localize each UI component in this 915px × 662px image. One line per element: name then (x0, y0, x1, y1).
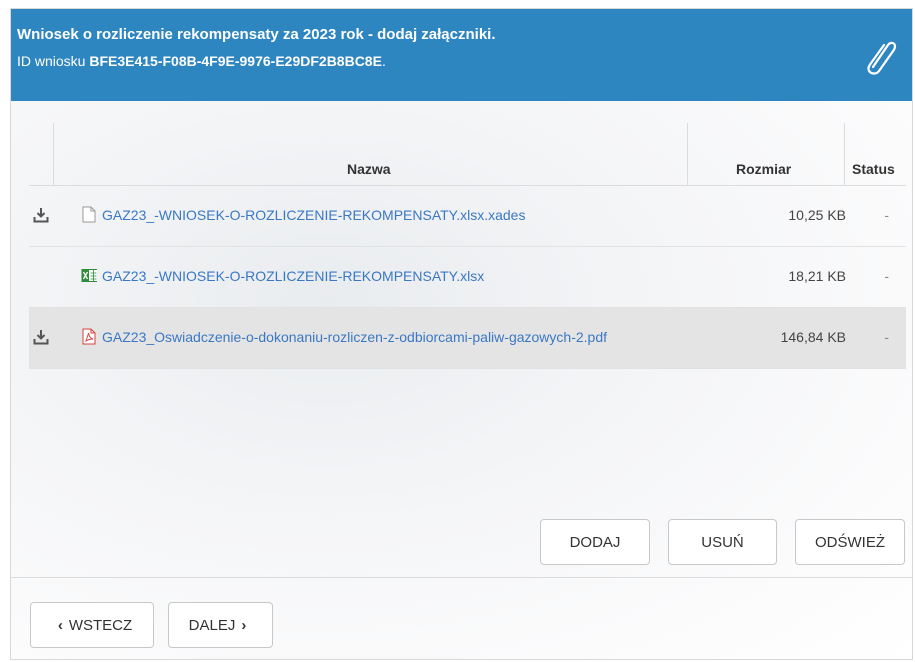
table-header: Nazwa Rozmiar Status (29, 123, 906, 186)
request-id-label: ID wniosku (17, 53, 86, 69)
attachments-table: Nazwa Rozmiar Status GAZ23_-WNIOSEK-O-RO… (29, 123, 906, 369)
attachments-panel: Wniosek o rozliczenie rekompensaty za 20… (10, 8, 913, 660)
footer-divider (11, 577, 912, 578)
chevron-left-icon: ‹ (57, 616, 63, 634)
refresh-button[interactable]: ODŚWIEŻ (795, 519, 905, 565)
paperclip-icon (867, 41, 897, 75)
request-id-value: BFE3E415-F08B-4F9E-9976-E29DF2B8BC8E (89, 53, 382, 69)
download-icon[interactable] (33, 329, 49, 345)
download-icon[interactable] (33, 207, 49, 223)
column-header-status[interactable]: Status (852, 161, 895, 177)
file-size: 10,25 KB (788, 207, 846, 223)
request-id-suffix: . (381, 53, 386, 69)
panel-title: Wniosek o rozliczenie rekompensaty za 20… (17, 26, 496, 43)
document-icon (82, 206, 96, 223)
back-button[interactable]: ‹ WSTECZ (30, 602, 154, 648)
column-header-name[interactable]: Nazwa (347, 161, 391, 177)
table-row[interactable]: GAZ23_-WNIOSEK-O-ROZLICZENIE-REKOMPENSAT… (29, 247, 906, 308)
file-link[interactable]: GAZ23_-WNIOSEK-O-ROZLICZENIE-REKOMPENSAT… (102, 207, 525, 223)
table-row[interactable]: GAZ23_Oswiadczenie-o-dokonaniu-rozliczen… (29, 308, 906, 369)
panel-header: Wniosek o rozliczenie rekompensaty za 20… (11, 9, 912, 101)
file-status: - (884, 329, 889, 345)
excel-file-icon (81, 269, 97, 282)
file-size: 146,84 KB (780, 329, 846, 345)
table-row[interactable]: GAZ23_-WNIOSEK-O-ROZLICZENIE-REKOMPENSAT… (29, 186, 906, 247)
back-button-label: WSTECZ (68, 616, 133, 634)
next-button-label: DALEJ (188, 616, 236, 634)
request-id-line: ID wniosku BFE3E415-F08B-4F9E-9976-E29DF… (17, 53, 386, 69)
file-link[interactable]: GAZ23_Oswiadczenie-o-dokonaniu-rozliczen… (102, 329, 607, 345)
column-header-size[interactable]: Rozmiar (736, 161, 791, 177)
next-button[interactable]: DALEJ › (168, 602, 273, 648)
file-status: - (884, 268, 889, 284)
chevron-right-icon: › (241, 616, 247, 634)
pdf-file-icon (82, 328, 96, 345)
file-link[interactable]: GAZ23_-WNIOSEK-O-ROZLICZENIE-REKOMPENSAT… (102, 268, 484, 284)
file-size: 18,21 KB (788, 268, 846, 284)
file-status: - (884, 207, 889, 223)
remove-button[interactable]: USUŃ (668, 519, 777, 565)
add-button[interactable]: DODAJ (540, 519, 650, 565)
